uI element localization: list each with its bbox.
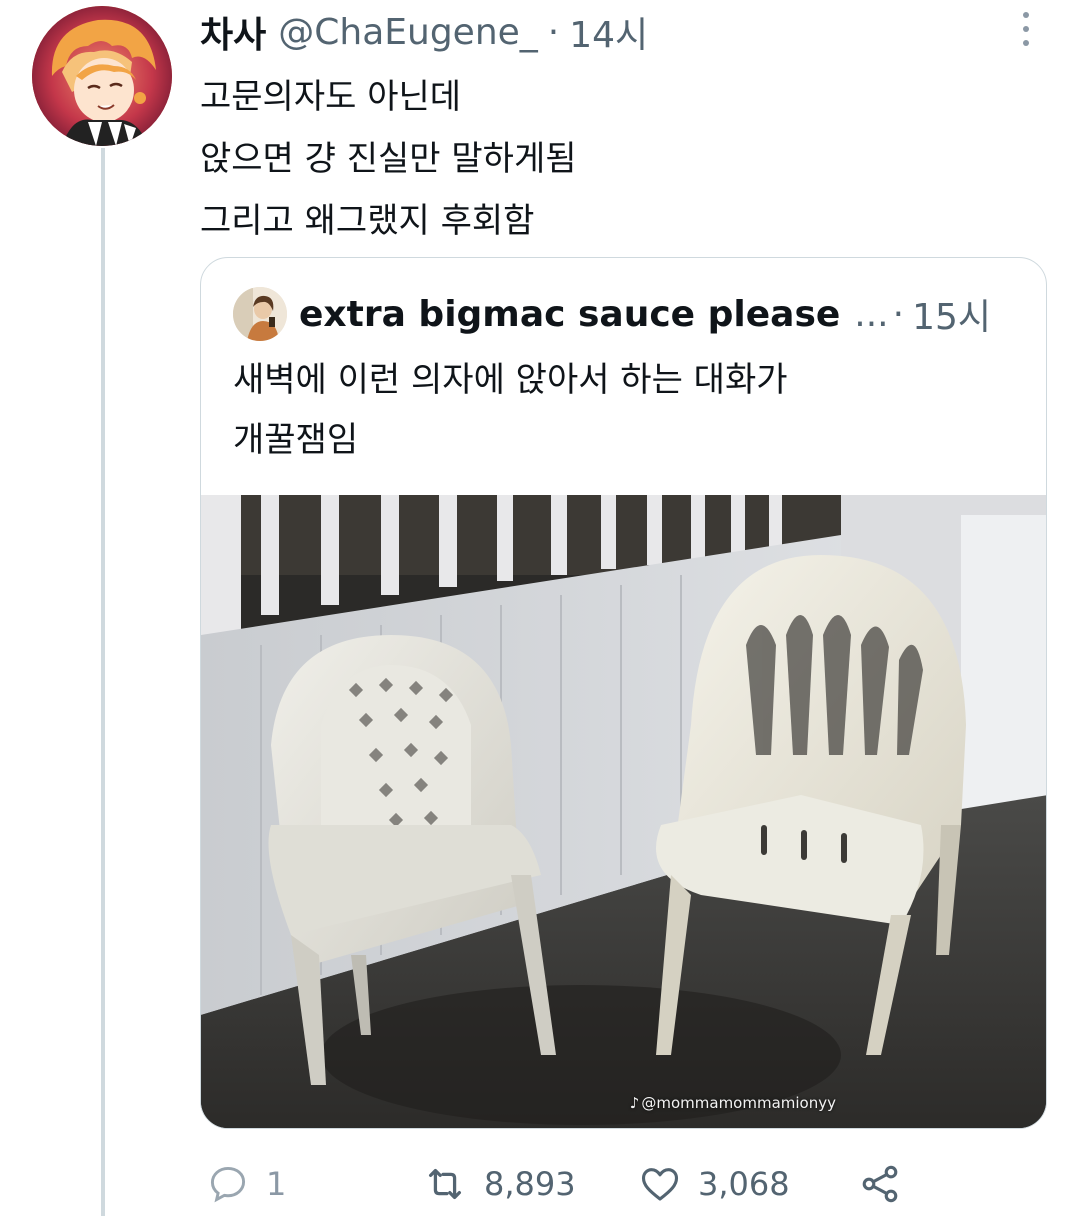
retweet-icon [428, 1168, 462, 1200]
user-handle[interactable]: @ChaEugene_ [278, 12, 538, 53]
tweet-card[interactable]: 차사 @ChaEugene_ · 14시 고문의자도 아닌데 앉으면 걍 진실만… [0, 0, 1072, 1216]
tweet-text-line: 고문의자도 아닌데 [200, 77, 462, 117]
quoted-avatar [233, 287, 287, 341]
tweet-actions: 1 8,893 3,068 [200, 1156, 960, 1212]
more-dot [1023, 26, 1029, 32]
quoted-tweet-header: extra bigmac sauce please ... · 15시 [233, 286, 1023, 342]
reply-button[interactable]: 1 [206, 1156, 286, 1212]
quoted-text-line: 개꿀잼임 [233, 420, 359, 460]
share-button[interactable] [858, 1156, 918, 1212]
watermark-text: @mommamommamionyy [641, 1094, 836, 1112]
more-dot [1023, 12, 1029, 18]
reply-bubble-icon [210, 1166, 246, 1203]
quoted-text-line: 새벽에 이런 의자에 앉아서 하는 대화가 [233, 360, 788, 400]
heart-icon [641, 1168, 679, 1201]
more-dot [1023, 40, 1029, 46]
tweet-text: 고문의자도 아닌데 앉으면 걍 진실만 말하게됨 그리고 왜그랬지 후회함 [200, 66, 577, 252]
separator-dot: · [547, 11, 560, 53]
more-vertical-icon[interactable] [1018, 12, 1034, 46]
tweet-header: 차사 @ChaEugene_ · 14시 [200, 6, 648, 58]
avatar-illustration [32, 6, 172, 146]
retweet-count: 8,893 [484, 1165, 576, 1203]
quoted-photo[interactable]: ♪ @mommamommamionyy [201, 495, 1046, 1128]
quoted-avatar-photo [233, 287, 287, 341]
tweet-text-line: 앉으면 걍 진실만 말하게됨 [200, 139, 577, 179]
avatar[interactable] [32, 6, 172, 146]
tweet-timestamp[interactable]: 14시 [569, 6, 648, 58]
separator-dot: · [892, 293, 905, 335]
tiktok-logo-icon: ♪ [629, 1094, 640, 1112]
chairs-photo [201, 495, 1046, 1128]
image-watermark: ♪ @mommamommamionyy [630, 1094, 836, 1112]
thread-line [101, 148, 105, 1216]
share-icon [862, 1165, 898, 1203]
tweet-text-line: 그리고 왜그랬지 후회함 [200, 201, 535, 241]
like-count: 3,068 [698, 1165, 790, 1203]
quoted-display-name: extra bigmac sauce please [299, 293, 841, 335]
display-name[interactable]: 차사 [200, 6, 266, 58]
quoted-timestamp: 15시 [912, 297, 992, 338]
retweet-button[interactable]: 8,893 [422, 1156, 576, 1212]
quoted-tweet-text: 새벽에 이런 의자에 앉아서 하는 대화가 개꿀잼임 [233, 350, 788, 470]
reply-count: 1 [266, 1165, 287, 1203]
like-button[interactable]: 3,068 [638, 1156, 790, 1212]
quoted-tweet[interactable]: extra bigmac sauce please ... · 15시 새벽에 … [200, 257, 1047, 1129]
quoted-name-ellipsis: ... [854, 293, 889, 335]
